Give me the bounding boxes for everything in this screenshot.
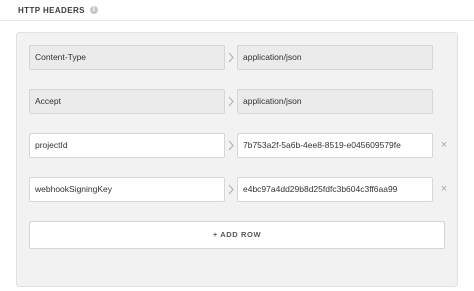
section-header: HTTP HEADERS i [18, 4, 98, 16]
header-value-field: application/json [237, 89, 433, 114]
section-divider [0, 20, 474, 21]
header-row: projectId 7b753a2f-5a6b-4ee8-8519-e04560… [29, 133, 447, 158]
add-row-button[interactable]: + ADD ROW [29, 221, 445, 249]
header-key-input[interactable]: webhookSigningKey [29, 177, 225, 202]
header-value-input[interactable]: 7b753a2f-5a6b-4ee8-8519-e045609579fe [237, 133, 433, 158]
remove-row-icon[interactable]: × [439, 139, 449, 151]
header-key-field: Accept [29, 89, 225, 114]
header-key-input[interactable]: projectId [29, 133, 225, 158]
header-value-input[interactable]: e4bc97a4dd29b8d25fdfc3b604c3ff6aa99 [237, 177, 433, 202]
chevron-right-icon [228, 96, 234, 107]
header-row: webhookSigningKey e4bc97a4dd29b8d25fdfc3… [29, 177, 447, 202]
header-row: Content-Type application/json [29, 45, 433, 70]
header-key-field: Content-Type [29, 45, 225, 70]
info-icon[interactable]: i [89, 6, 98, 14]
header-row: Accept application/json [29, 89, 433, 114]
headers-panel: Content-Type application/json Accept app… [16, 32, 458, 287]
chevron-right-icon [228, 52, 234, 63]
http-headers-section: HTTP HEADERS i Content-Type application/… [0, 0, 474, 291]
header-value-field: application/json [237, 45, 433, 70]
section-title: HTTP HEADERS [18, 5, 85, 15]
chevron-right-icon [228, 184, 234, 195]
chevron-right-icon [228, 140, 234, 151]
remove-row-icon[interactable]: × [439, 183, 449, 195]
